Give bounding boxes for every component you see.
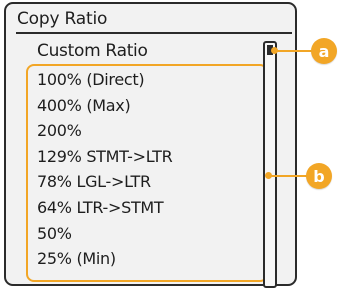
callout-a-badge: a	[311, 38, 337, 64]
ratio-item-200[interactable]: 200%	[37, 118, 172, 144]
title-divider	[16, 32, 292, 34]
panel-title: Copy Ratio	[17, 9, 108, 29]
scrollbar[interactable]	[263, 41, 277, 288]
callout-b-leader	[268, 175, 308, 177]
callout-b-badge: b	[306, 163, 332, 189]
ratio-item-50[interactable]: 50%	[37, 221, 172, 247]
custom-ratio-item[interactable]: Custom Ratio	[37, 41, 148, 61]
ratio-item-129-stmt-ltr[interactable]: 129% STMT->LTR	[37, 144, 173, 170]
ratio-item-78-lgl-ltr[interactable]: 78% LGL->LTR	[37, 169, 172, 195]
ratio-item-25-min[interactable]: 25% (Min)	[37, 246, 172, 272]
ratio-item-400-max[interactable]: 400% (Max)	[37, 93, 172, 119]
callout-a-dot	[271, 47, 278, 54]
callout-b-dot	[265, 172, 272, 179]
ratio-list: 100% (Direct) 400% (Max) 200% 129% STMT-…	[37, 67, 173, 272]
ratio-item-100-direct[interactable]: 100% (Direct)	[37, 67, 172, 93]
ratio-item-64-ltr-stmt[interactable]: 64% LTR->STMT	[37, 195, 172, 221]
callout-a-leader	[273, 50, 313, 52]
